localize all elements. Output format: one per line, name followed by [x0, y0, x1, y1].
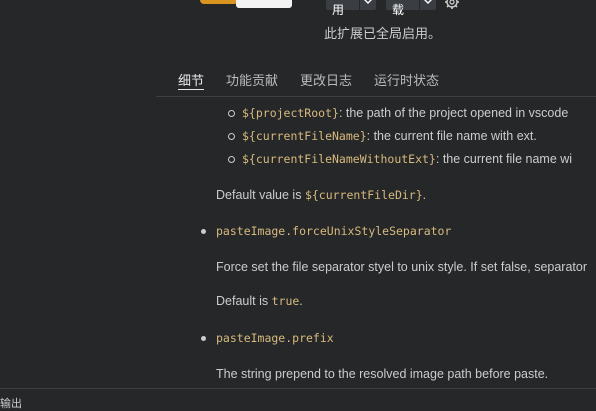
setting-default: Default is true.	[216, 294, 303, 308]
hollow-bullet-icon	[228, 133, 235, 140]
default-value-suffix: .	[422, 188, 427, 202]
variable-description: : the current file name wi	[435, 152, 573, 166]
default-code: true	[271, 294, 300, 308]
extension-header: 禁用 卸载 此扩展已全局启用。	[0, 0, 596, 60]
tabs-divider	[156, 96, 596, 97]
disable-button-label[interactable]: 禁用	[326, 0, 359, 17]
variable-code: ${projectRoot}	[242, 106, 339, 120]
disable-button[interactable]: 禁用	[326, 0, 376, 17]
hollow-bullet-icon	[228, 110, 235, 117]
variable-code: ${currentFileNameWithoutExt}	[242, 152, 436, 166]
bullet-icon	[201, 229, 206, 234]
setting-name: pasteImage.prefix	[216, 331, 334, 345]
list-item: ${currentFileNameWithoutExt}: the curren…	[228, 152, 573, 166]
variable-code: ${currentFileName}	[242, 129, 367, 143]
bottom-panel-bar: 输出	[0, 388, 596, 410]
setting-description: Force set the file separator styel to un…	[216, 260, 588, 274]
output-panel-tab[interactable]: 输出	[0, 395, 22, 411]
readme-content: ${projectRoot}: the path of the project …	[156, 98, 596, 388]
variable-description: : the path of the project opened in vsco…	[338, 106, 569, 120]
enabled-status-text: 此扩展已全局启用。	[324, 26, 442, 41]
setting-item: pasteImage.forceUnixStyleSeparator	[201, 224, 452, 238]
variable-description: : the current file name with ext.	[366, 129, 537, 143]
default-value-paragraph: Default value is ${currentFileDir}.	[216, 188, 426, 202]
setting-name: pasteImage.forceUnixStyleSeparator	[216, 224, 452, 238]
extension-icon-badge	[236, 0, 292, 8]
tab-changelog[interactable]: 更改日志	[300, 70, 352, 92]
chevron-down-icon[interactable]	[359, 0, 376, 10]
tab-runtime-status[interactable]: 运行时状态	[374, 70, 439, 92]
list-item: ${currentFileName}: the current file nam…	[228, 129, 537, 143]
default-suffix: .	[299, 294, 303, 308]
default-prefix: Default is	[216, 294, 272, 308]
default-value-code: ${currentFileDir}	[304, 188, 423, 202]
uninstall-button-label[interactable]: 卸载	[386, 0, 419, 17]
uninstall-button[interactable]: 卸载	[386, 0, 436, 17]
hollow-bullet-icon	[228, 156, 235, 163]
setting-description: The string prepend to the resolved image…	[216, 367, 549, 381]
tab-contributions[interactable]: 功能贡献	[226, 70, 278, 92]
chevron-down-icon[interactable]	[419, 0, 436, 10]
list-item: ${projectRoot}: the path of the project …	[228, 106, 569, 120]
details-tabs: 细节 功能贡献 更改日志 运行时状态	[178, 70, 461, 92]
gear-icon[interactable]	[444, 0, 460, 10]
bullet-icon	[201, 336, 206, 341]
setting-item: pasteImage.prefix	[201, 331, 334, 345]
extension-icon	[200, 0, 238, 4]
tab-details[interactable]: 细节	[178, 70, 204, 92]
default-value-prefix: Default value is	[216, 188, 305, 202]
